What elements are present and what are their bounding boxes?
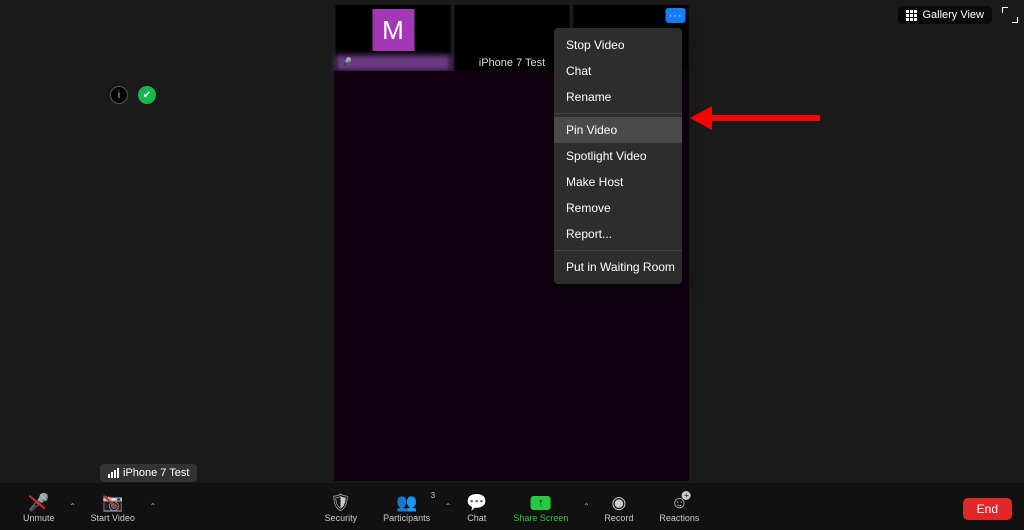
encryption-shield-icon[interactable]: ✔ — [138, 86, 156, 104]
more-options-button[interactable]: ··· — [666, 8, 686, 23]
shield-icon: 🛡 — [330, 493, 352, 513]
chat-icon: 💬 — [466, 493, 487, 513]
video-options-caret[interactable]: ⌃ — [148, 489, 158, 525]
participants-label: Participants — [383, 513, 430, 523]
avatar: M — [372, 9, 414, 51]
menu-separator — [554, 113, 682, 114]
fullscreen-icon[interactable] — [1002, 7, 1018, 23]
share-screen-icon: ↑ — [531, 493, 551, 513]
menu-spotlight-video[interactable]: Spotlight Video — [554, 143, 682, 169]
name-overlay — [336, 55, 451, 71]
menu-stop-video[interactable]: Stop Video — [554, 32, 682, 58]
security-button[interactable]: 🛡 Security — [312, 489, 371, 525]
camera-off-icon: 📷 — [102, 493, 123, 513]
menu-chat[interactable]: Chat — [554, 58, 682, 84]
grid-icon — [906, 10, 917, 21]
signal-tooltip: iPhone 7 Test — [100, 464, 197, 482]
record-icon: ◉ — [611, 493, 626, 513]
participant-thumbnail[interactable]: iPhone 7 Test — [455, 5, 570, 71]
gallery-view-label: Gallery View — [922, 9, 984, 21]
start-video-button[interactable]: 📷 Start Video — [78, 489, 148, 525]
annotation-arrow — [690, 106, 820, 130]
tooltip-text: iPhone 7 Test — [123, 467, 189, 479]
menu-pin-video[interactable]: Pin Video — [554, 117, 682, 143]
info-icon[interactable]: i — [110, 86, 128, 104]
reactions-icon: ☺+ — [671, 493, 688, 513]
participants-button[interactable]: 👥 3 Participants — [370, 489, 443, 525]
participants-count: 3 — [431, 491, 435, 500]
muted-icon: 🎤 — [340, 58, 352, 69]
menu-rename[interactable]: Rename — [554, 84, 682, 110]
meeting-toolbar: 🎤 Unmute ⌃ 📷 Start Video ⌃ 🛡 Security 👥 … — [0, 483, 1024, 530]
record-label: Record — [604, 513, 633, 523]
menu-waiting-room[interactable]: Put in Waiting Room — [554, 254, 682, 280]
signal-icon — [108, 468, 119, 478]
end-meeting-button[interactable]: End — [963, 498, 1012, 520]
microphone-muted-icon: 🎤 — [28, 493, 49, 513]
menu-separator — [554, 250, 682, 251]
menu-report[interactable]: Report... — [554, 221, 682, 247]
participants-icon: 👥 — [396, 493, 417, 513]
share-screen-label: Share Screen — [513, 513, 568, 523]
record-button[interactable]: ◉ Record — [591, 489, 646, 525]
share-options-caret[interactable]: ⌃ — [581, 489, 591, 525]
participant-context-menu: Stop Video Chat Rename Pin Video Spotlig… — [554, 28, 682, 284]
menu-make-host[interactable]: Make Host — [554, 169, 682, 195]
audio-options-caret[interactable]: ⌃ — [68, 489, 78, 525]
participant-thumbnail[interactable]: M 🎤 — [336, 5, 451, 71]
menu-remove[interactable]: Remove — [554, 195, 682, 221]
reactions-label: Reactions — [659, 513, 699, 523]
meeting-info-icons: i ✔ — [110, 86, 156, 104]
participant-name: iPhone 7 Test — [455, 57, 570, 71]
security-label: Security — [325, 513, 358, 523]
share-screen-button[interactable]: ↑ Share Screen — [500, 489, 581, 525]
participants-caret[interactable]: ⌃ — [443, 489, 453, 525]
unmute-label: Unmute — [23, 513, 55, 523]
unmute-button[interactable]: 🎤 Unmute — [10, 489, 68, 525]
reactions-button[interactable]: ☺+ Reactions — [646, 489, 712, 525]
chat-button[interactable]: 💬 Chat — [453, 489, 500, 525]
chat-label: Chat — [467, 513, 486, 523]
gallery-view-button[interactable]: Gallery View — [898, 6, 992, 24]
start-video-label: Start Video — [91, 513, 135, 523]
